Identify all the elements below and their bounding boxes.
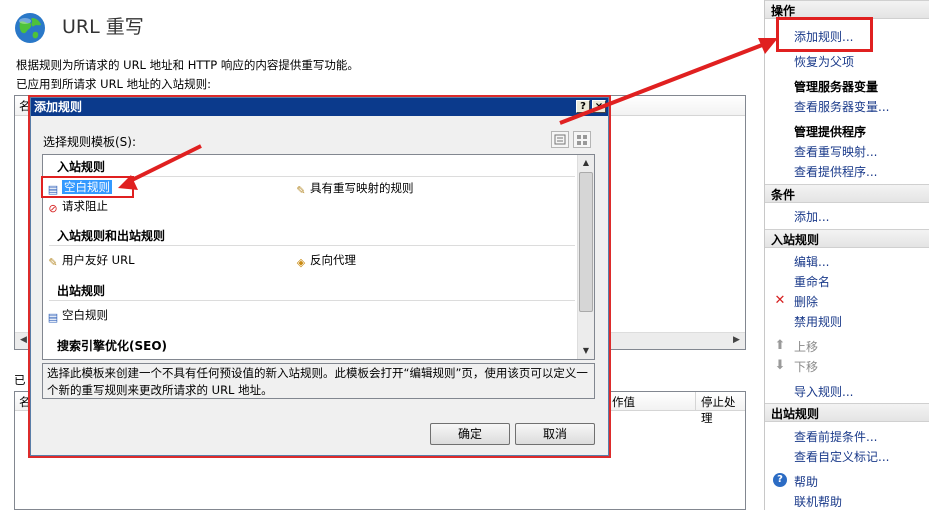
friendly-url-icon: ✎	[48, 256, 58, 269]
template-rewrite-map[interactable]: ✎ 具有重写映射的规则	[294, 180, 413, 198]
template-blank-outbound[interactable]: ▤ 空白规则	[46, 307, 108, 325]
template-request-blocking[interactable]: ⊘ 请求阻止	[46, 198, 108, 216]
delete-icon[interactable]: ✕	[773, 294, 787, 308]
page-title: URL 重写	[62, 16, 144, 38]
globe-icon	[15, 13, 45, 43]
close-button[interactable]: ×	[592, 100, 606, 113]
tiles-view-icon[interactable]	[573, 131, 591, 148]
move-up-icon: ⬆	[774, 338, 786, 353]
online-help-link[interactable]: 联机帮助	[794, 493, 842, 510]
template-list-scrollbar[interactable]: ▲ ▼	[577, 155, 594, 359]
view-rewrite-maps-link[interactable]: 查看重写映射...	[794, 143, 877, 160]
section-title-providers: 管理提供程序	[794, 125, 867, 139]
inbound-rules-label: 已应用到所请求 URL 地址的入站规则:	[16, 77, 211, 91]
import-rules-link[interactable]: 导入规则...	[794, 383, 853, 400]
move-down-link[interactable]: 下移	[794, 358, 818, 375]
section-title-outbound: 出站规则	[771, 407, 820, 421]
outbound-rules-label: 已	[14, 373, 26, 387]
view-server-variables-link[interactable]: 查看服务器变量...	[794, 98, 889, 115]
rename-rule-link[interactable]: 重命名	[794, 273, 830, 290]
group-inbound: 入站规则	[57, 160, 106, 174]
add-rule-highlight-box	[776, 17, 873, 52]
group-seo: 搜索引擎优化(SEO)	[57, 339, 168, 353]
template-reverse-proxy[interactable]: ◈ 反向代理	[294, 252, 356, 270]
page-description: 根据规则为所请求的 URL 地址和 HTTP 响应的内容提供重写功能。	[16, 58, 359, 72]
delete-rule-link[interactable]: 删除	[794, 293, 818, 310]
move-down-icon: ⬇	[774, 358, 786, 373]
column-divider	[695, 392, 696, 411]
cancel-button[interactable]: 取消	[515, 423, 595, 445]
help-link[interactable]: 帮助	[794, 473, 818, 490]
group-outbound: 出站规则	[57, 284, 106, 298]
outbound-col-action-value[interactable]: 作值	[612, 394, 635, 410]
help-icon[interactable]: ?	[773, 473, 787, 487]
group-divider	[49, 245, 575, 246]
section-title-inbound: 入站规则	[771, 233, 820, 247]
scroll-up-icon[interactable]: ▲	[578, 155, 594, 171]
move-up-link[interactable]: 上移	[794, 338, 818, 355]
group-inbound-outbound: 入站规则和出站规则	[57, 229, 166, 243]
block-icon: ⊘	[48, 202, 58, 215]
outbound-col-name[interactable]: 名	[19, 394, 31, 410]
template-description: 选择此模板来创建一个不具有任何预设值的新入站规则。此模板会打开“编辑规则”页，使…	[42, 363, 595, 399]
dialog-title: 添加规则	[34, 100, 83, 114]
section-title-server-variables: 管理服务器变量	[794, 80, 879, 94]
scroll-right-icon[interactable]: ▶	[728, 332, 745, 349]
blank-outbound-rule-icon: ▤	[47, 311, 59, 324]
template-label: 选择规则模板(S):	[43, 135, 137, 149]
view-custom-tags-link[interactable]: 查看自定义标记...	[794, 448, 889, 465]
scroll-thumb[interactable]	[579, 172, 593, 312]
group-divider	[49, 300, 575, 301]
add-condition-link[interactable]: 添加...	[794, 208, 829, 225]
section-title-conditions: 条件	[771, 188, 796, 202]
ok-button[interactable]: 确定	[430, 423, 510, 445]
view-providers-link[interactable]: 查看提供程序...	[794, 163, 877, 180]
dialog-title-bar[interactable]: 添加规则 ? ×	[31, 98, 608, 116]
add-rule-dialog: 添加规则 ? × 选择规则模板(S): 入站规则 ▤ 空白规则 ✎ 具有重写映射的规…	[30, 97, 609, 456]
inbound-col-name[interactable]: 名	[19, 98, 31, 114]
disable-rule-link[interactable]: 禁用规则	[794, 313, 842, 330]
template-user-friendly-url[interactable]: ✎ 用户友好 URL	[46, 252, 134, 270]
outbound-col-stop-processing[interactable]: 停止处理	[701, 394, 745, 426]
details-view-icon[interactable]	[551, 131, 569, 148]
view-preconditions-link[interactable]: 查看前提条件...	[794, 428, 877, 445]
help-button[interactable]: ?	[576, 100, 590, 113]
edit-rule-link[interactable]: 编辑...	[794, 253, 829, 270]
revert-to-parent-link[interactable]: 恢复为父项	[794, 53, 854, 70]
reverse-proxy-icon: ◈	[296, 256, 306, 269]
actions-pane: 操作 添加规则... 恢复为父项 管理服务器变量 查看服务器变量... 管理提供…	[764, 0, 929, 510]
scroll-down-icon[interactable]: ▼	[578, 343, 594, 359]
rewrite-map-icon: ✎	[296, 184, 306, 197]
blank-rule-highlight-box	[41, 176, 134, 198]
